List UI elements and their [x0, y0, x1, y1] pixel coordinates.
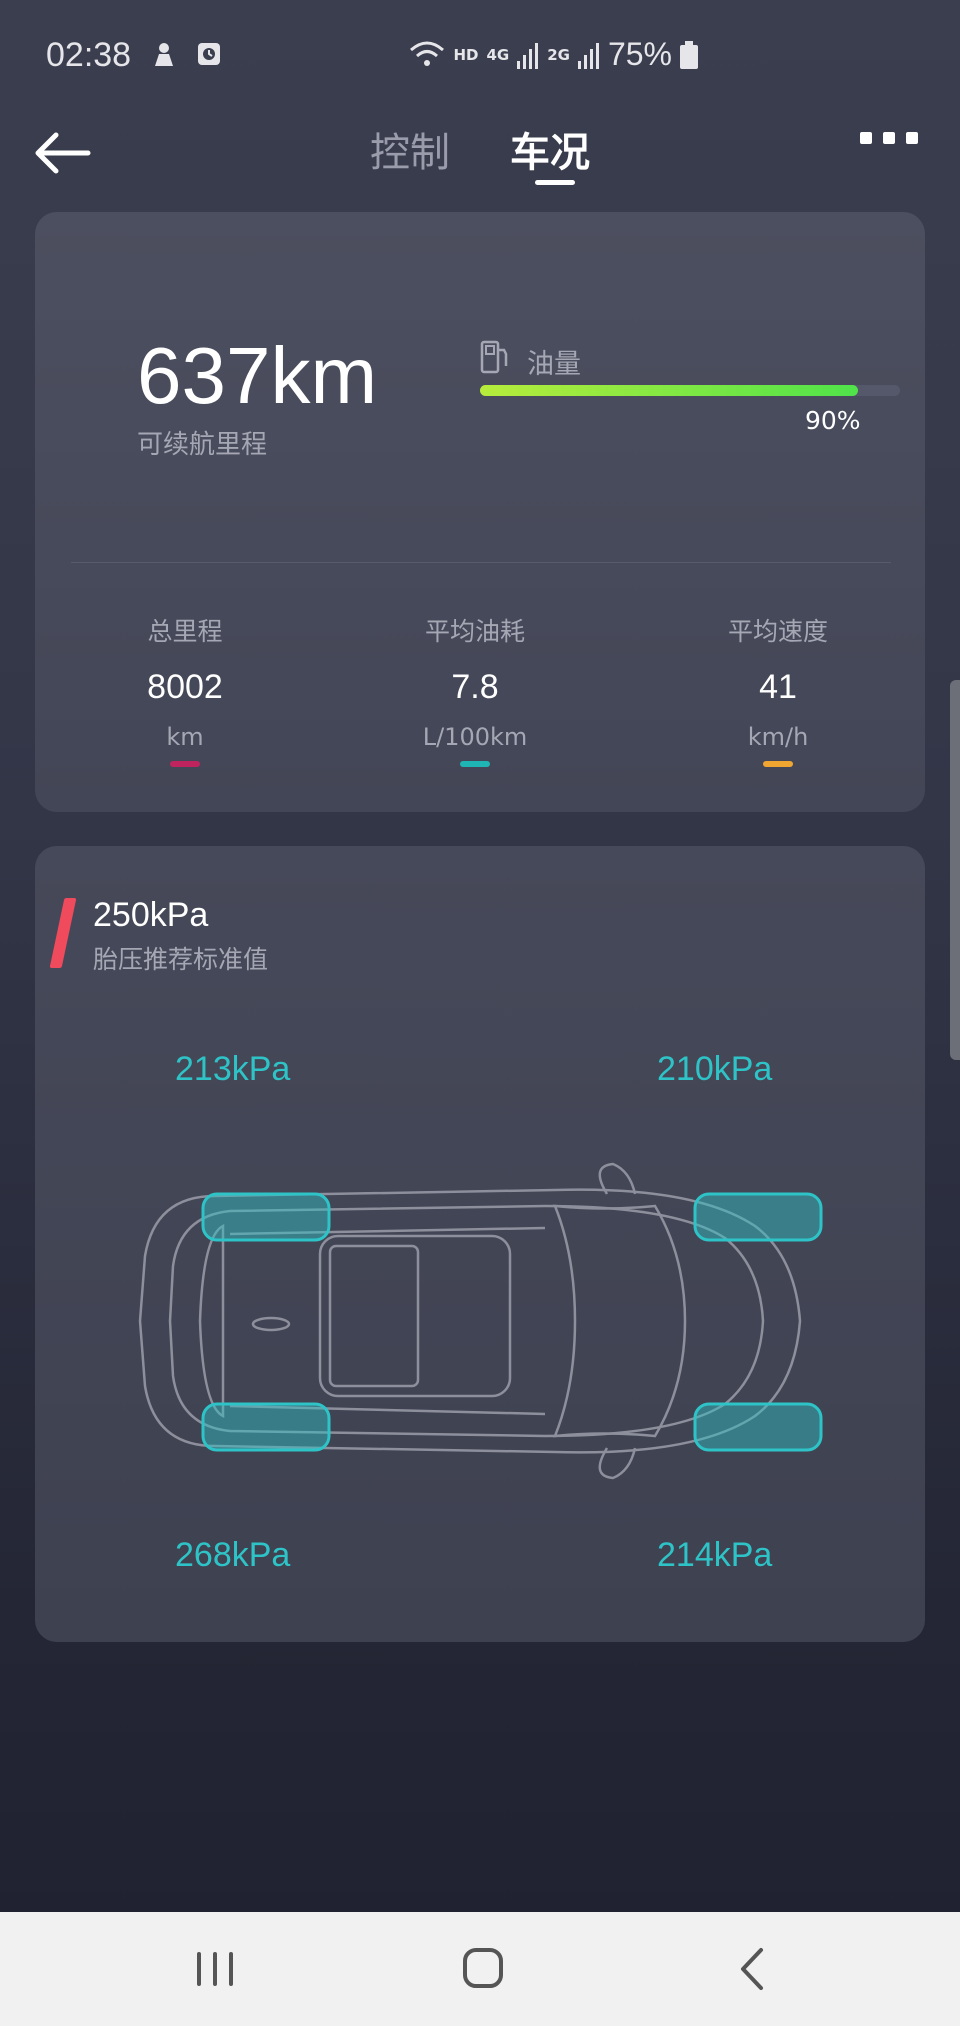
- notification-icon: [155, 43, 173, 66]
- fuel-level-fill: [480, 385, 858, 396]
- scrollbar[interactable]: [950, 680, 960, 1060]
- fuel-pump-icon: [480, 340, 508, 374]
- system-nav-bar: [0, 1912, 960, 2026]
- range-card: 637km 可续航里程 油量 90% 总里程 8002 km 平均油耗 7.8 …: [35, 212, 925, 812]
- fuel-percent: 90%: [805, 406, 861, 435]
- stat-unit: km/h: [747, 723, 809, 751]
- wifi-icon: [410, 41, 445, 66]
- tire-rear-right-pressure: 214kPa: [657, 1536, 773, 1574]
- stat-color-bar: [763, 761, 793, 767]
- network-2g-indicator: 2G: [547, 45, 570, 64]
- stat-value: 8002: [147, 668, 223, 706]
- status-indicators: HD 4G 2G 75%: [409, 36, 698, 73]
- divider: [71, 562, 891, 563]
- network-4g-indicator: 4G: [486, 45, 510, 64]
- range-label: 可续航里程: [137, 430, 268, 460]
- more-options-button[interactable]: [860, 132, 918, 144]
- home-icon[interactable]: [453, 1942, 513, 1996]
- more-dot-icon: [883, 132, 895, 144]
- fuel-label: 油量: [527, 349, 581, 380]
- recent-apps-icon[interactable]: [185, 1942, 245, 1996]
- stat-color-bar: [460, 761, 490, 767]
- stat-title: 平均油耗: [424, 617, 525, 646]
- more-dot-icon: [860, 132, 872, 144]
- tab-vehicle-status[interactable]: 车况: [510, 120, 590, 178]
- stat-value: 41: [759, 668, 797, 706]
- stat-value: 7.8: [451, 668, 499, 706]
- range-value: 637km: [137, 331, 378, 420]
- tire-rear-left-pressure: 268kPa: [175, 1536, 291, 1574]
- stat-unit: km: [166, 723, 204, 751]
- alarm-icon: [198, 43, 220, 65]
- fuel-level-bar: [480, 385, 900, 396]
- back-arrow-icon[interactable]: [32, 128, 92, 178]
- hd-indicator: HD: [453, 45, 479, 64]
- back-nav-icon[interactable]: [723, 1942, 783, 1996]
- accent-marker: [49, 898, 77, 968]
- status-time: 02:38: [46, 36, 132, 74]
- more-dot-icon: [906, 132, 918, 144]
- tire-front-left-pressure: 213kPa: [175, 1050, 291, 1088]
- tab-control[interactable]: 控制: [370, 120, 450, 178]
- stat-title: 平均速度: [727, 617, 828, 646]
- battery-percent: 75%: [607, 36, 672, 72]
- car-top-view-icon: [138, 1162, 823, 1480]
- stat-avg-speed: 平均速度 41 km/h: [678, 612, 878, 767]
- tire-front-right-pressure: 210kPa: [657, 1050, 773, 1088]
- stat-total-mileage: 总里程 8002 km: [85, 612, 285, 767]
- active-tab-indicator: [535, 180, 575, 185]
- signal-icon: [517, 42, 539, 69]
- battery-icon: [680, 40, 698, 69]
- stat-color-bar: [170, 761, 200, 767]
- status-bar: 02:38 HD 4G 2G 75%: [0, 0, 960, 110]
- tire-standard-value: 250kPa: [93, 896, 209, 934]
- stat-avg-fuel-consumption: 平均油耗 7.8 L/100km: [375, 612, 575, 767]
- tire-standard-label: 胎压推荐标准值: [93, 945, 269, 974]
- tire-pressure-card: 250kPa 胎压推荐标准值 213kPa 210kPa 268kPa 214k…: [35, 846, 925, 1642]
- stat-title: 总里程: [147, 617, 223, 646]
- signal-icon: [577, 42, 599, 69]
- stat-unit: L/100km: [422, 723, 528, 751]
